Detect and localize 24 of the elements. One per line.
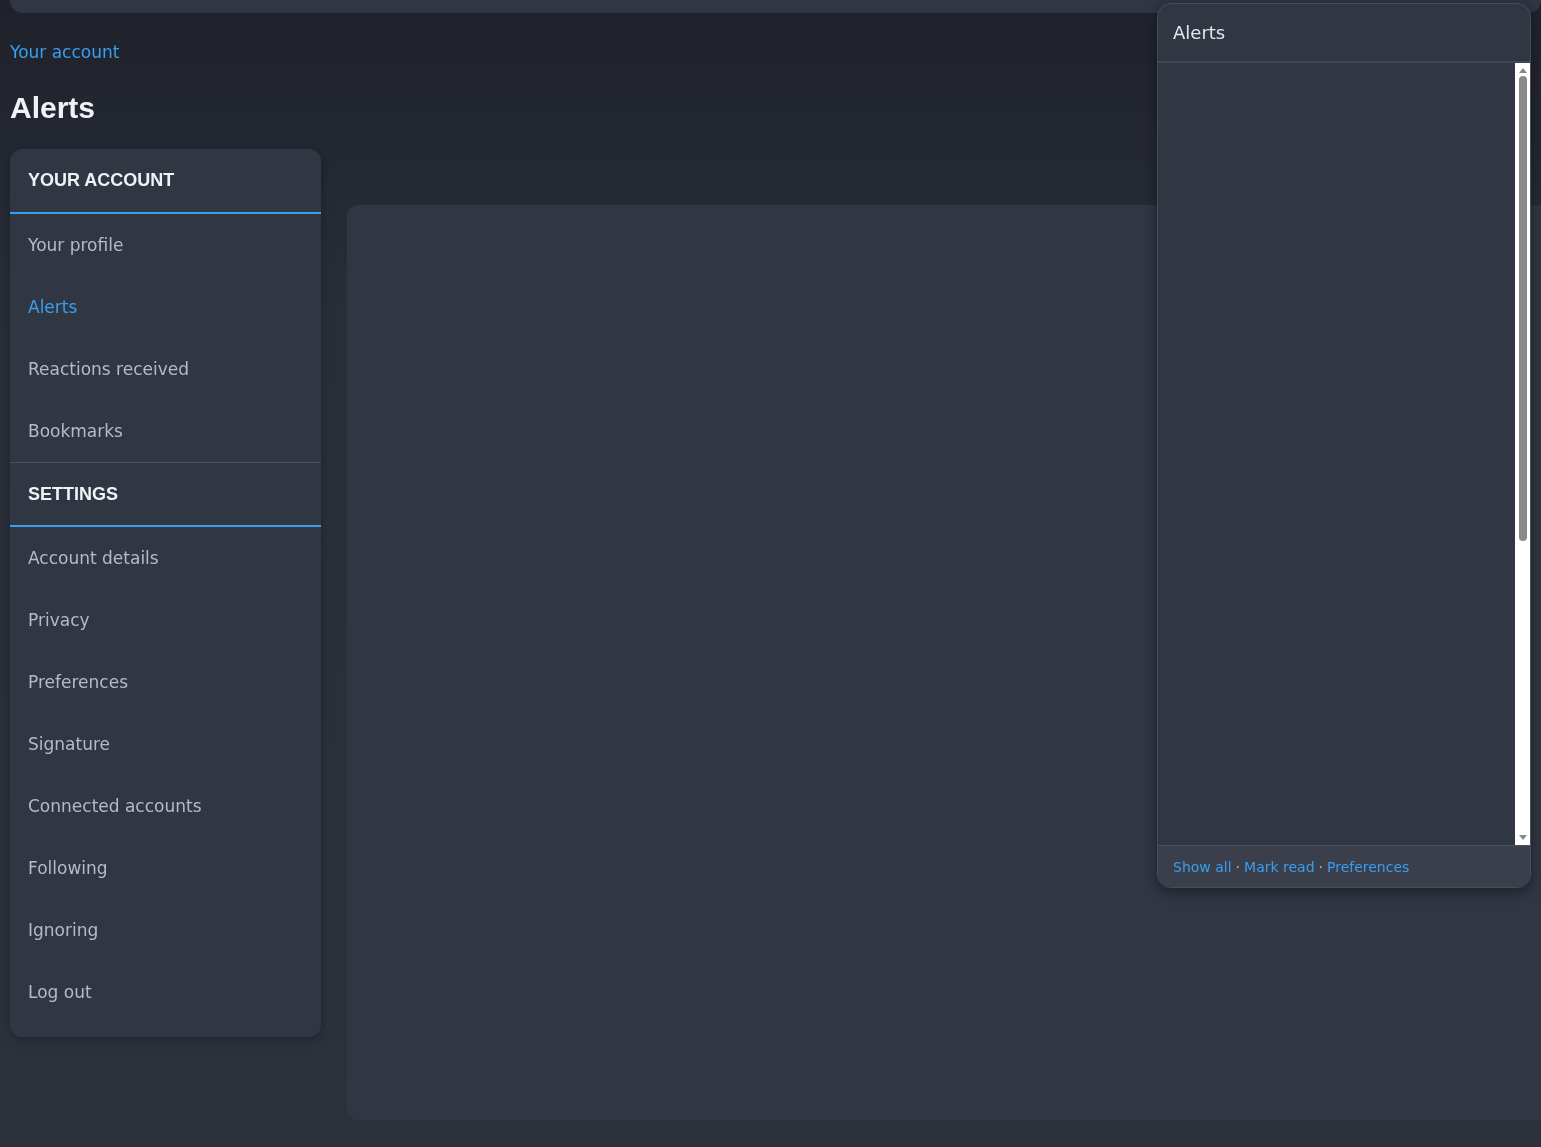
sidebar-item[interactable]: Preferences	[10, 651, 321, 713]
scroll-down-arrow-icon[interactable]	[1517, 834, 1528, 842]
sidebar-section-heading: YOUR ACCOUNT	[28, 170, 175, 191]
sidebar-item[interactable]: Alerts	[10, 276, 321, 338]
sidebar-item[interactable]: Reactions received	[10, 338, 321, 400]
page-title: Alerts	[10, 90, 97, 126]
sidebar-item[interactable]: Privacy	[10, 589, 321, 651]
popup-title: Alerts	[1173, 22, 1226, 43]
sidebar-item[interactable]: Bookmarks	[10, 400, 321, 462]
sidebar-item[interactable]: Connected accounts	[10, 775, 321, 837]
sidebar-item[interactable]: Log out	[10, 961, 321, 1023]
separator-dot: ·	[1318, 858, 1323, 875]
separator-dot: ·	[1235, 858, 1241, 875]
footer-link[interactable]: Mark read	[1244, 858, 1315, 875]
footer-link[interactable]: Preferences	[1327, 858, 1410, 875]
footer-link[interactable]: Show all	[1173, 858, 1232, 875]
sidebar-section-heading: SETTINGS	[28, 483, 118, 505]
sidebar-item[interactable]: Your profile	[10, 214, 321, 276]
sidebar-item[interactable]: Signature	[10, 713, 321, 775]
scroll-up-arrow-icon[interactable]	[1517, 66, 1528, 74]
scrollbar[interactable]	[1515, 63, 1530, 845]
sidebar-item[interactable]: Following	[10, 837, 321, 899]
sidebar-item[interactable]: Account details	[10, 527, 321, 589]
sidebar-item[interactable]: Ignoring	[10, 899, 321, 961]
